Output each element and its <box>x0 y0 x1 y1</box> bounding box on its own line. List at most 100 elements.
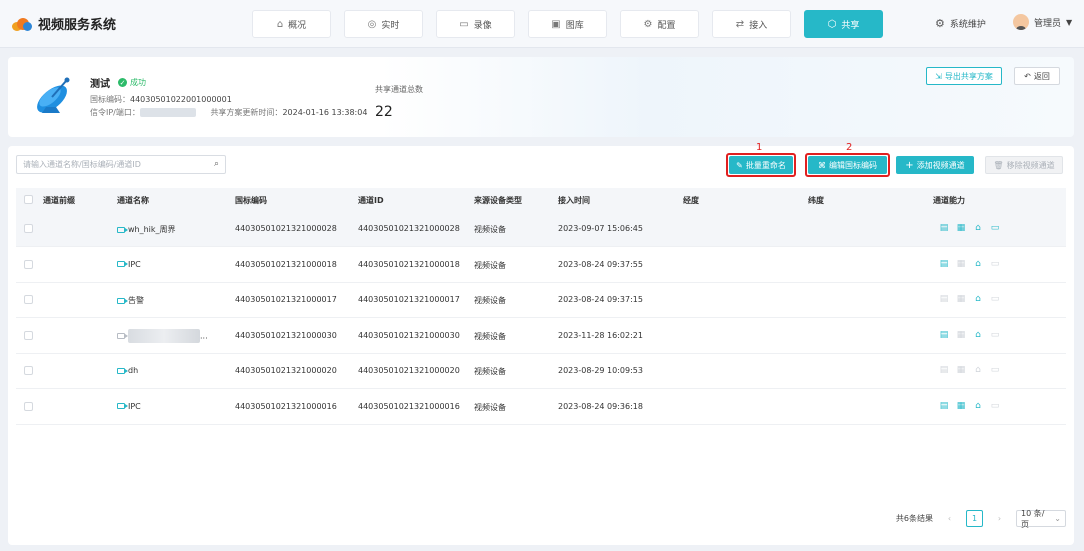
nav-tab-5[interactable]: ⇄ 接入 <box>712 10 791 38</box>
cell-source-type: 视频设备 <box>474 402 506 412</box>
cell-name: 告警 <box>117 295 144 306</box>
ptz-capability-icon: ⌂ <box>975 329 981 340</box>
cell-name: dh <box>117 366 138 375</box>
edit-gb-code-button[interactable]: ⌘ 编辑国标编码 <box>808 156 887 174</box>
user-name: 管理员 <box>1034 18 1062 29</box>
cell-channel-id: 44030501021321000016 <box>358 401 460 411</box>
system-maintenance-menu[interactable]: ⚙ 系统维护 <box>935 17 986 30</box>
nav-tab-label: 配置 <box>657 20 676 31</box>
annotation-marker-2: 2 <box>846 142 853 153</box>
batch-rename-button[interactable]: ✎ 批量重命名 <box>729 156 793 174</box>
pagination: 共6条结果 ‹ 1 › 10 条/页 ⌄ <box>895 509 1066 529</box>
table-row[interactable]: ... 44030501021321000030 44030501021321000… <box>16 319 1066 354</box>
code-icon: ⌘ <box>818 160 826 170</box>
channel-list-panel: ⌕ 1 2 ✎ 批量重命名 ⌘ 编辑国标编码 + 添加视频通道 🗑 移除视频通道… <box>8 142 1074 545</box>
cell-access-time: 2023-08-24 09:37:55 <box>558 259 643 269</box>
row-checkbox[interactable] <box>24 366 33 375</box>
update-time-value: 2024-01-16 13:38:04 <box>282 108 368 117</box>
row-checkbox[interactable] <box>24 224 33 233</box>
camera-icon <box>117 297 128 304</box>
back-label: 返回 <box>1033 71 1050 81</box>
cell-name-text: IPC <box>128 401 141 411</box>
nav-tab-2[interactable]: ▭ 录像 <box>436 10 515 38</box>
table-row[interactable]: IPC 44030501021321000016 44030501021321000… <box>16 390 1066 425</box>
snapshot-capability-icon: ▦ <box>956 365 966 375</box>
next-page-button[interactable]: › <box>991 510 1008 527</box>
update-time-label: 共享方案更新时间： <box>210 108 283 117</box>
nav-tab-6[interactable]: ⬡ 共享 <box>804 10 883 38</box>
cell-access-time: 2023-08-24 09:36:18 <box>558 401 643 411</box>
cell-access-time: 2023-08-24 09:37:15 <box>558 295 643 304</box>
remove-channel-button[interactable]: 🗑 移除视频通道 <box>985 156 1063 174</box>
col-capability: 通道能力 <box>933 196 965 205</box>
cell-channel-id: 44030501021321000030 <box>358 330 460 340</box>
table-row[interactable]: 告警 44030501021321000017 440305010213210000… <box>16 283 1066 318</box>
nav-tab-1[interactable]: ◎ 实时 <box>344 10 423 38</box>
cell-name: wh_hik_周界 <box>117 224 176 235</box>
row-checkbox[interactable] <box>24 401 33 411</box>
nav-tab-label: 概况 <box>288 20 307 31</box>
gb-code-label: 国标编码： <box>90 95 130 104</box>
nav-tab-4[interactable]: ⚙ 配置 <box>620 10 699 38</box>
cell-source-type: 视频设备 <box>474 367 506 376</box>
batch-rename-label: 批量重命名 <box>745 160 786 170</box>
gb-code-line: 国标编码：44030501022001000001 <box>90 94 232 105</box>
row-checkbox[interactable] <box>24 259 33 269</box>
remove-channel-label: 移除视频通道 <box>1006 160 1055 170</box>
select-all-checkbox[interactable] <box>24 195 33 204</box>
table-row[interactable]: dh 44030501021321000020 440305010213210000… <box>16 354 1066 389</box>
search-input[interactable] <box>17 156 197 173</box>
app-logo[interactable]: 视频服务系统 <box>12 14 116 33</box>
system-maintenance-label: 系统维护 <box>949 20 986 30</box>
cell-source-type: 视频设备 <box>474 296 506 305</box>
cell-gb-code: 44030501021321000018 <box>235 259 337 269</box>
playback-capability-icon: ▭ <box>990 400 1000 411</box>
cell-source-type: 视频设备 <box>474 331 506 341</box>
link-icon: ⇄ <box>735 18 745 30</box>
user-menu[interactable]: 管理员 ▼ <box>1013 14 1072 30</box>
export-plan-label: 导出共享方案 <box>944 71 993 81</box>
playback-capability-icon: ▭ <box>990 329 1000 340</box>
trash-icon: 🗑 <box>993 160 1004 170</box>
search-box[interactable]: ⌕ <box>16 155 226 174</box>
row-checkbox[interactable] <box>24 330 33 340</box>
nav-tab-3[interactable]: ▣ 图库 <box>528 10 607 38</box>
page-number-current[interactable]: 1 <box>966 510 983 527</box>
table-row[interactable]: IPC 44030501021321000018 44030501021321000… <box>16 248 1066 283</box>
app-title: 视频服务系统 <box>38 18 117 33</box>
signal-ip-redacted <box>139 108 196 117</box>
prev-page-button[interactable]: ‹ <box>941 510 958 527</box>
annotation-marker-1: 1 <box>756 142 763 153</box>
image-icon: ▣ <box>551 18 561 30</box>
total-results: 共6条结果 <box>895 514 933 523</box>
chevron-down-icon: ⌄ <box>1054 514 1061 523</box>
record-capability-icon: ▤ <box>939 223 949 233</box>
col-longitude: 经度 <box>683 196 699 205</box>
edit-gb-code-label: 编辑国标编码 <box>829 160 877 170</box>
avatar <box>1013 14 1029 30</box>
col-gb-code: 国标编码 <box>235 196 267 205</box>
plan-name: 测试 <box>90 79 110 90</box>
cell-capabilities: ▤ ▦ ⌂ ▭ <box>939 365 1000 375</box>
row-checkbox[interactable] <box>24 295 33 304</box>
record-capability-icon: ▤ <box>939 400 949 411</box>
plus-icon: + <box>905 159 914 171</box>
camera-icon <box>117 226 128 233</box>
cell-name-text: dh <box>128 366 139 375</box>
back-button[interactable]: ↶ 返回 <box>1014 67 1060 85</box>
export-plan-button[interactable]: ⇲ 导出共享方案 <box>926 67 1002 85</box>
page-size-select[interactable]: 10 条/页 ⌄ <box>1016 509 1066 529</box>
check-circle-icon: ✓ <box>118 78 127 87</box>
col-access-time: 接入时间 <box>558 196 590 205</box>
back-arrow-icon: ↶ <box>1024 71 1031 81</box>
table-row[interactable]: wh_hik_周界 44030501021321000028 44030501021… <box>16 212 1066 247</box>
signal-line: 信令IP/端口： 共享方案更新时间：2024-01-16 13:38:04 <box>90 107 367 118</box>
snapshot-capability-icon: ▦ <box>956 400 966 411</box>
config-icon: ⚙ <box>643 18 653 30</box>
cell-gb-code: 44030501021321000020 <box>235 366 337 375</box>
record-capability-icon: ▤ <box>939 258 949 269</box>
search-icon[interactable]: ⌕ <box>214 159 219 169</box>
snapshot-capability-icon: ▦ <box>956 258 966 269</box>
add-channel-button[interactable]: + 添加视频通道 <box>896 156 974 174</box>
nav-tab-0[interactable]: ⌂ 概况 <box>252 10 331 38</box>
